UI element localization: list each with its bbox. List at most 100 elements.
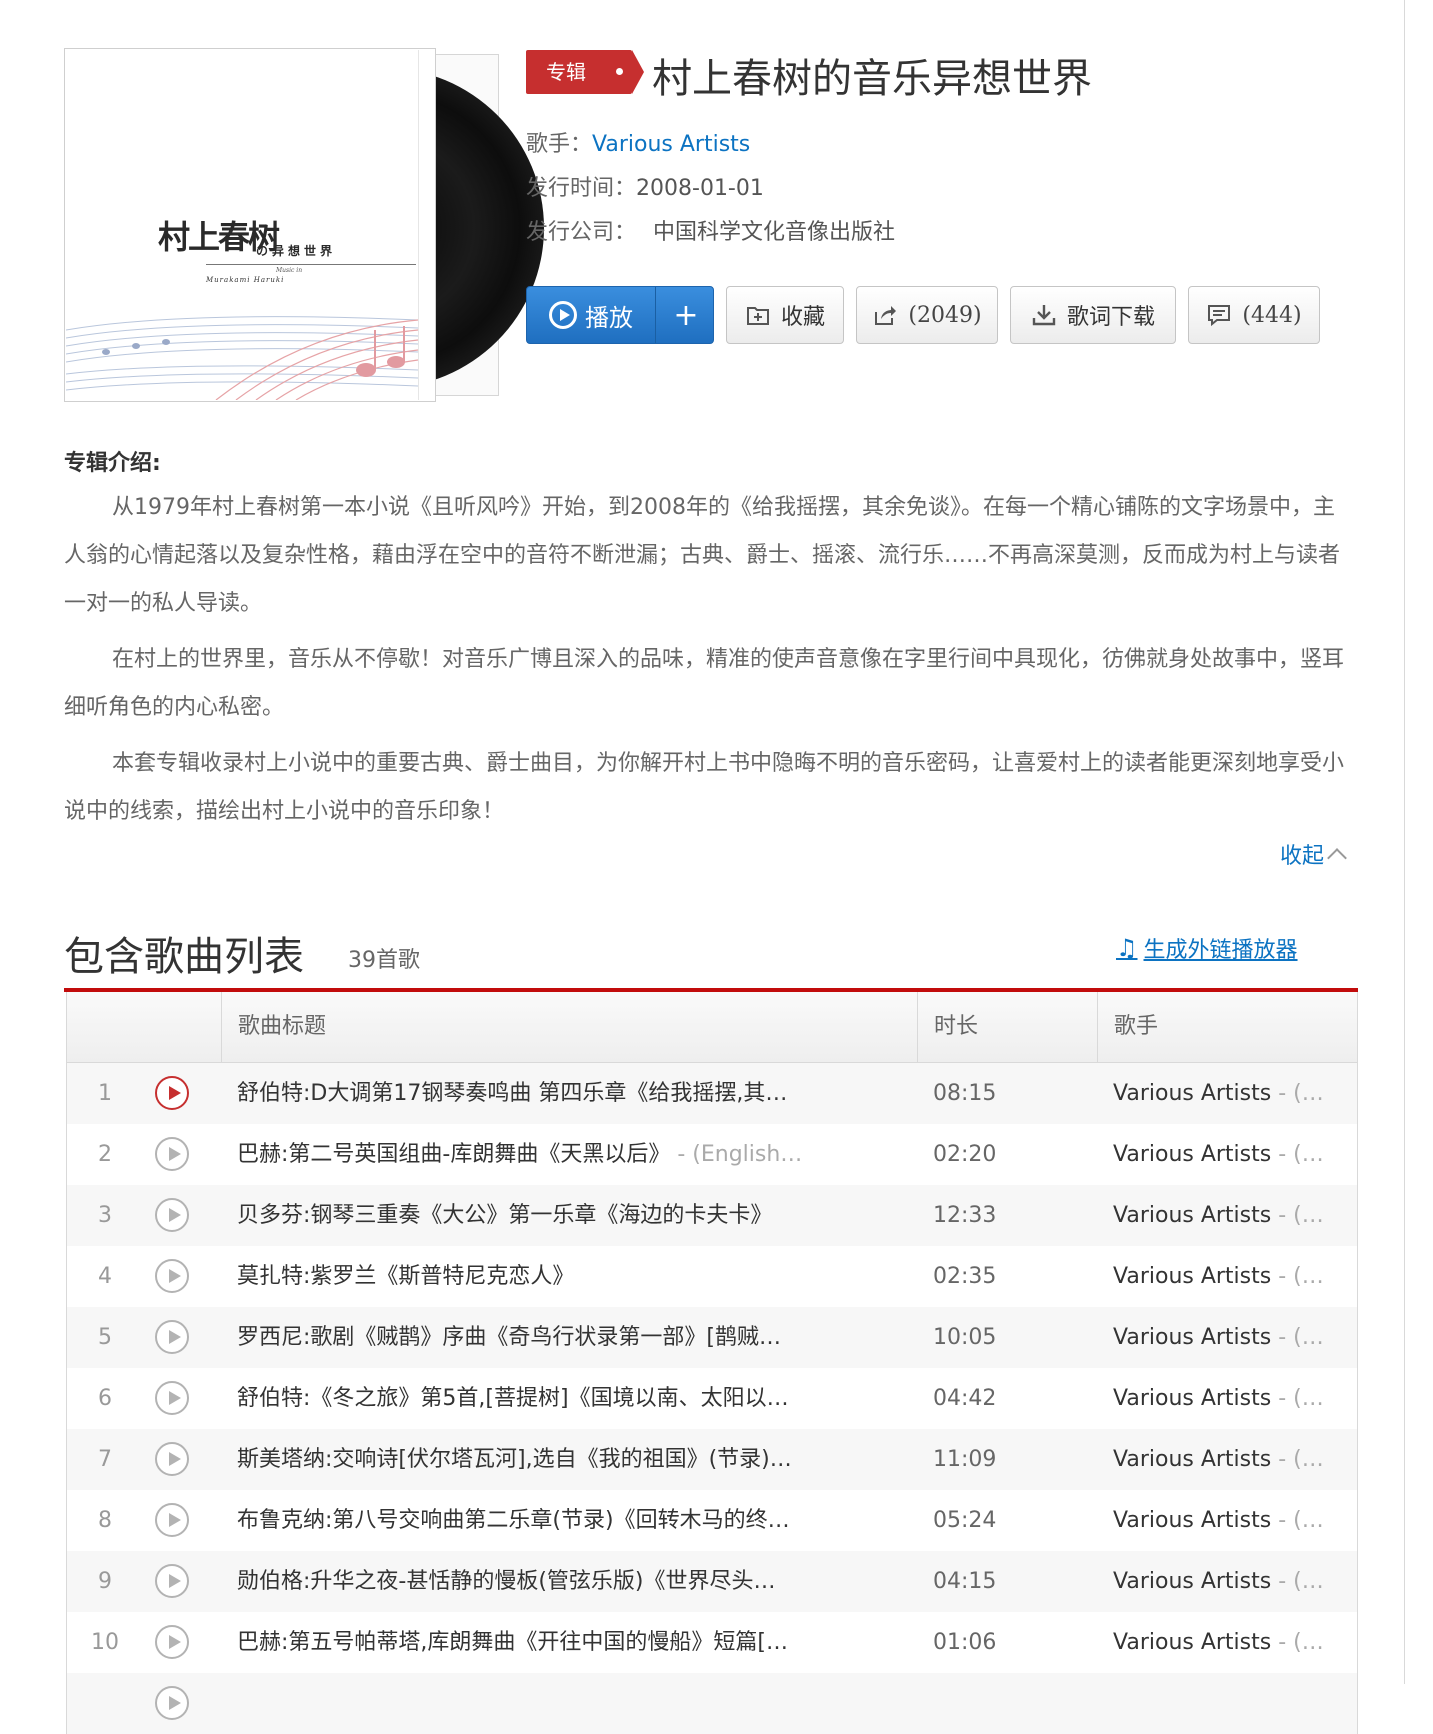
track-artist-name[interactable]: Various Artists — [1113, 1447, 1271, 1472]
play-circle-icon[interactable] — [155, 1686, 189, 1720]
track-play[interactable] — [155, 1063, 195, 1124]
track-title[interactable]: 布鲁克纳:第八号交响曲第二乐章(节录)《回转木马的终… — [237, 1490, 857, 1551]
track-duration: 04:42 — [933, 1386, 997, 1411]
track-artist-name[interactable]: Various Artists — [1113, 1081, 1271, 1106]
track-artist-name[interactable]: Various Artists — [1113, 1264, 1271, 1289]
track-artist[interactable]: Various Artists - (… — [1113, 1551, 1329, 1612]
track-title[interactable]: 勋伯格:升华之夜-甚恬静的慢板(管弦乐版)《世界尽头… — [237, 1551, 857, 1612]
play-circle-icon[interactable] — [155, 1381, 189, 1415]
track-title-text[interactable]: 罗西尼:歌剧《贼鹊》序曲《奇鸟行状录第一部》[鹊贼… — [237, 1325, 781, 1350]
track-number: 10 — [91, 1630, 119, 1655]
track-title[interactable]: 莫扎特:紫罗兰《斯普特尼克恋人》 — [237, 1246, 857, 1307]
track-title-text[interactable]: 斯美塔纳:交响诗[伏尔塔瓦河],选自《我的祖国》(节录)… — [237, 1447, 792, 1472]
track-table: 歌曲标题 时长 歌手 1 舒伯特:D大调第17钢琴奏鸣曲 第四乐章《给我摇摆,其… — [66, 992, 1358, 1734]
play-circle-icon[interactable] — [155, 1625, 189, 1659]
track-play[interactable] — [155, 1124, 195, 1185]
track-row[interactable]: 10 巴赫:第五号帕蒂塔,库朗舞曲《开往中国的慢船》短篇[… 01:06 Var… — [67, 1612, 1357, 1673]
track-title[interactable]: 斯美塔纳:交响诗[伏尔塔瓦河],选自《我的祖国》(节录)… — [237, 1429, 857, 1490]
generate-player-link[interactable]: ♫ 生成外链播放器 — [1116, 932, 1298, 964]
track-title-text[interactable]: 巴赫:第五号帕蒂塔,库朗舞曲《开往中国的慢船》短篇[… — [237, 1630, 788, 1655]
chevron-up-icon — [1327, 848, 1347, 868]
track-title-text[interactable]: 勋伯格:升华之夜-甚恬静的慢板(管弦乐版)《世界尽头… — [237, 1569, 776, 1594]
lyrics-download-button[interactable]: 歌词下载 — [1010, 286, 1176, 344]
album-badge-label: 专辑 — [546, 60, 586, 84]
cover-divider — [206, 264, 416, 265]
track-title[interactable]: 舒伯特:D大调第17钢琴奏鸣曲 第四乐章《给我摇摆,其… — [237, 1063, 857, 1124]
play-circle-icon[interactable] — [155, 1076, 189, 1110]
track-play[interactable] — [155, 1246, 195, 1307]
track-title-text[interactable]: 舒伯特:《冬之旅》第5首,[菩提树]《国境以南、太阳以… — [237, 1386, 789, 1411]
track-artist[interactable]: Various Artists - (… — [1113, 1368, 1329, 1429]
cover-english-1: Music in — [276, 267, 303, 274]
track-artist-name[interactable]: Various Artists — [1113, 1203, 1271, 1228]
artist-link[interactable]: Various Artists — [592, 132, 750, 157]
track-number: 2 — [98, 1142, 112, 1167]
comment-button[interactable]: (444) — [1188, 286, 1320, 344]
track-title-text[interactable]: 莫扎特:紫罗兰《斯普特尼克恋人》 — [237, 1264, 574, 1289]
track-row[interactable]: 7 斯美塔纳:交响诗[伏尔塔瓦河],选自《我的祖国》(节录)… 11:09 Va… — [67, 1429, 1357, 1490]
track-artist[interactable]: Various Artists - (… — [1113, 1185, 1329, 1246]
track-number: 5 — [98, 1325, 112, 1350]
play-circle-icon[interactable] — [155, 1320, 189, 1354]
release-label: 发行时间： — [526, 176, 637, 201]
track-title-text[interactable]: 布鲁克纳:第八号交响曲第二乐章(节录)《回转木马的终… — [237, 1508, 790, 1533]
track-artist-name[interactable]: Various Artists — [1113, 1325, 1271, 1350]
track-artist[interactable]: Various Artists - (… — [1113, 1246, 1329, 1307]
track-play[interactable] — [155, 1368, 195, 1429]
play-button-group: 播放 + — [526, 286, 714, 344]
track-title[interactable]: 舒伯特:《冬之旅》第5首,[菩提树]《国境以南、太阳以… — [237, 1368, 857, 1429]
share-button[interactable]: (2049) — [856, 286, 998, 344]
lyrics-download-label: 歌词下载 — [1066, 305, 1155, 330]
track-play[interactable] — [155, 1307, 195, 1368]
collect-button[interactable]: 收藏 — [726, 286, 844, 344]
play-circle-icon[interactable] — [155, 1259, 189, 1293]
track-duration: 08:15 — [933, 1081, 997, 1106]
track-artist-name[interactable]: Various Artists — [1113, 1142, 1271, 1167]
track-artist-alias: - (… — [1271, 1264, 1324, 1289]
play-button[interactable]: 播放 — [527, 287, 655, 343]
track-title[interactable]: 巴赫:第二号英国组曲-库朗舞曲《天黑以后》 - (English… — [237, 1124, 857, 1185]
track-artist[interactable]: Various Artists - (… — [1113, 1307, 1329, 1368]
track-row-partial[interactable] — [67, 1673, 1357, 1734]
track-title[interactable]: 罗西尼:歌剧《贼鹊》序曲《奇鸟行状录第一部》[鹊贼… — [237, 1307, 857, 1368]
add-to-playlist-button[interactable]: + — [655, 287, 713, 343]
track-title-text[interactable]: 贝多芬:钢琴三重奏《大公》第一乐章《海边的卡夫卡》 — [237, 1203, 772, 1228]
play-circle-icon[interactable] — [155, 1503, 189, 1537]
track-row[interactable]: 2 巴赫:第二号英国组曲-库朗舞曲《天黑以后》 - (English… 02:2… — [67, 1124, 1357, 1185]
track-row[interactable]: 4 莫扎特:紫罗兰《斯普特尼克恋人》 02:35 Various Artists… — [67, 1246, 1357, 1307]
track-artist[interactable]: Various Artists - (… — [1113, 1124, 1329, 1185]
track-play[interactable] — [155, 1490, 195, 1551]
album-badge: 专辑 — [526, 50, 644, 94]
track-play[interactable] — [155, 1551, 195, 1612]
play-circle-icon[interactable] — [155, 1198, 189, 1232]
track-row[interactable]: 1 舒伯特:D大调第17钢琴奏鸣曲 第四乐章《给我摇摆,其… 08:15 Var… — [67, 1063, 1357, 1124]
track-row[interactable]: 9 勋伯格:升华之夜-甚恬静的慢板(管弦乐版)《世界尽头… 04:15 Vari… — [67, 1551, 1357, 1612]
track-row[interactable]: 3 贝多芬:钢琴三重奏《大公》第一乐章《海边的卡夫卡》 12:33 Variou… — [67, 1185, 1357, 1246]
track-artist[interactable]: Various Artists - (… — [1113, 1612, 1329, 1673]
track-play[interactable] — [155, 1612, 195, 1673]
track-row[interactable]: 6 舒伯特:《冬之旅》第5首,[菩提树]《国境以南、太阳以… 04:42 Var… — [67, 1368, 1357, 1429]
track-artist[interactable]: Various Artists - (… — [1113, 1490, 1329, 1551]
collapse-intro-link[interactable]: 收起 — [1280, 838, 1347, 870]
play-circle-icon[interactable] — [155, 1442, 189, 1476]
play-circle-icon[interactable] — [155, 1564, 189, 1598]
track-number: 3 — [98, 1203, 112, 1228]
track-artist[interactable]: Various Artists - (… — [1113, 1429, 1329, 1490]
track-title[interactable]: 巴赫:第五号帕蒂塔,库朗舞曲《开往中国的慢船》短篇[… — [237, 1612, 857, 1673]
track-row[interactable]: 8 布鲁克纳:第八号交响曲第二乐章(节录)《回转木马的终… 05:24 Vari… — [67, 1490, 1357, 1551]
track-title-text[interactable]: 巴赫:第二号英国组曲-库朗舞曲《天黑以后》 — [237, 1142, 670, 1167]
track-play[interactable] — [155, 1673, 195, 1734]
track-title-text[interactable]: 舒伯特:D大调第17钢琴奏鸣曲 第四乐章《给我摇摆,其… — [237, 1081, 787, 1106]
track-artist[interactable]: Various Artists - (… — [1113, 1063, 1329, 1124]
header-artist: 歌手 — [1097, 992, 1357, 1062]
track-artist-name[interactable]: Various Artists — [1113, 1630, 1271, 1655]
track-artist-name[interactable]: Various Artists — [1113, 1569, 1271, 1594]
track-artist-name[interactable]: Various Artists — [1113, 1386, 1271, 1411]
track-number: 7 — [98, 1447, 112, 1472]
play-circle-icon[interactable] — [155, 1137, 189, 1171]
track-artist-name[interactable]: Various Artists — [1113, 1508, 1271, 1533]
track-row[interactable]: 5 罗西尼:歌剧《贼鹊》序曲《奇鸟行状录第一部》[鹊贼… 10:05 Vario… — [67, 1307, 1357, 1368]
track-play[interactable] — [155, 1185, 195, 1246]
track-play[interactable] — [155, 1429, 195, 1490]
track-title[interactable]: 贝多芬:钢琴三重奏《大公》第一乐章《海边的卡夫卡》 — [237, 1185, 857, 1246]
